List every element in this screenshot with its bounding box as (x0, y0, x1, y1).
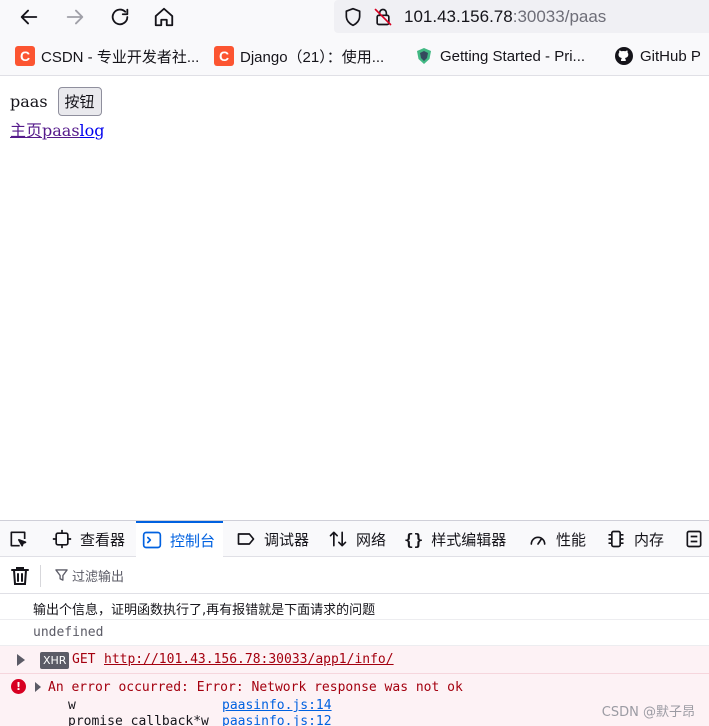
network-icon (329, 531, 347, 547)
overflow-menu-icon (686, 530, 702, 548)
tab-debugger[interactable]: 调试器 (236, 521, 309, 557)
back-arrow-icon (20, 9, 38, 25)
stack-function: promise callback*w (68, 714, 209, 726)
filter-icon (55, 569, 68, 581)
style-editor-icon: {} (404, 529, 424, 549)
memory-icon (608, 530, 624, 548)
performance-icon (530, 536, 546, 545)
stack-source-link[interactable]: paasinfo.js:12 (222, 714, 332, 726)
console-log-text: undefined (33, 625, 104, 640)
page-text: paas (10, 92, 48, 111)
tab-console[interactable]: 控制台 (136, 521, 224, 557)
log-link[interactable]: log (80, 121, 105, 140)
url-bar[interactable]: 101.43.156.78:30033/paas (334, 0, 709, 33)
tab-performance[interactable]: 性能 (528, 521, 586, 557)
console-log-row: 输出个信息，证明函数执行了,再有报错就是下面请求的问题 (0, 594, 709, 620)
stack-source-link[interactable]: paasinfo.js:14 (222, 698, 332, 713)
filter-output-input[interactable]: 过滤输出 (55, 566, 124, 585)
bookmark-label: Getting Started - Pri... (440, 47, 586, 65)
tracking-shield-icon[interactable] (342, 6, 364, 28)
xhr-badge: XHR (40, 652, 70, 669)
console-log-text: 输出个信息，证明函数执行了,再有报错就是下面请求的问题 (33, 603, 376, 618)
home-icon (154, 7, 174, 27)
stack-function: w (68, 698, 76, 713)
tab-style-editor[interactable]: {} 样式编辑器 (404, 521, 506, 557)
element-picker-button[interactable] (8, 521, 36, 557)
toolbar-separator (40, 564, 41, 587)
filter-placeholder: 过滤输出 (72, 569, 125, 584)
url-host: 101.43.156.78 (404, 6, 513, 26)
reload-icon (111, 8, 129, 26)
bookmark-django[interactable]: C Django（21）：使用... (214, 45, 384, 67)
bookmark-label: CSDN - 专业开发者社... (41, 48, 200, 66)
devtools-panel: 查看器 控制台 调试器 网络 {} 样式编辑器 性能 内存 过滤输出 输出个信息… (0, 520, 709, 726)
tab-label: 调试器 (264, 531, 310, 549)
tab-network[interactable]: 网络 (328, 521, 386, 557)
console-xhr-row[interactable]: XHR GET http://101.43.156.78:30033/app1/… (0, 646, 709, 674)
bookmark-label: GitHub P (640, 47, 701, 65)
tab-inspector[interactable]: 查看器 (52, 521, 125, 557)
tab-label: 样式编辑器 (431, 531, 507, 549)
devtools-menu-button[interactable] (684, 521, 709, 557)
link-row: 主页paaslog (10, 117, 105, 141)
expand-caret-icon[interactable] (17, 654, 25, 666)
inspector-icon (52, 529, 72, 549)
forward-arrow-icon (66, 9, 84, 25)
page-row: paas 按钮 (10, 87, 102, 116)
url-text[interactable]: 101.43.156.78:30033/paas (404, 7, 606, 27)
tab-label: 性能 (556, 531, 587, 549)
console-toolbar: 过滤输出 (0, 558, 709, 594)
debugger-icon (237, 533, 255, 545)
home-button[interactable] (148, 2, 180, 32)
expand-caret-icon[interactable] (35, 682, 41, 692)
home-link[interactable]: 主页paas (10, 121, 80, 140)
watermark: CSDN @默子昂 (601, 705, 695, 720)
bookmark-csdn[interactable]: C CSDN - 专业开发者社... (15, 45, 199, 67)
tab-label: 查看器 (80, 531, 126, 549)
insecure-lock-icon[interactable] (372, 6, 394, 28)
url-path: :30033/paas (512, 6, 607, 26)
reload-button[interactable] (104, 2, 136, 32)
primevue-icon (414, 46, 434, 66)
error-icon: ! (11, 679, 26, 694)
forward-button[interactable] (59, 2, 91, 32)
bookmark-getting-started[interactable]: Getting Started - Pri... (414, 45, 585, 67)
element-picker-icon (10, 531, 27, 547)
tab-memory[interactable]: 内存 (606, 521, 664, 557)
xhr-url-link[interactable]: http://101.43.156.78:30033/app1/info/ (104, 652, 394, 667)
github-icon (614, 46, 634, 66)
trash-icon (11, 566, 29, 585)
django-icon: C (214, 46, 234, 66)
tab-label: 网络 (356, 531, 387, 549)
tab-label: 控制台 (170, 532, 216, 550)
tab-label: 内存 (634, 531, 665, 549)
error-message: An error occurred: Error: Network respon… (48, 680, 463, 695)
xhr-method: GET (72, 652, 96, 667)
clear-console-button[interactable] (10, 565, 30, 587)
console-log-row: undefined (0, 620, 709, 646)
csdn-icon: C (15, 46, 35, 66)
back-button[interactable] (13, 2, 45, 32)
bookmark-label: Django（21）：使用... (240, 48, 385, 66)
console-icon (142, 531, 162, 549)
action-button[interactable]: 按钮 (57, 87, 102, 116)
bookmark-github[interactable]: GitHub P (614, 45, 701, 67)
bookmarks-bar: C CSDN - 专业开发者社... C Django（21）：使用... Ge… (0, 36, 709, 76)
devtools-tabs: 查看器 控制台 调试器 网络 {} 样式编辑器 性能 内存 (0, 521, 709, 557)
page-content: paas 按钮 主页paaslog (0, 77, 709, 520)
browser-navbar: 101.43.156.78:30033/paas (0, 0, 709, 36)
